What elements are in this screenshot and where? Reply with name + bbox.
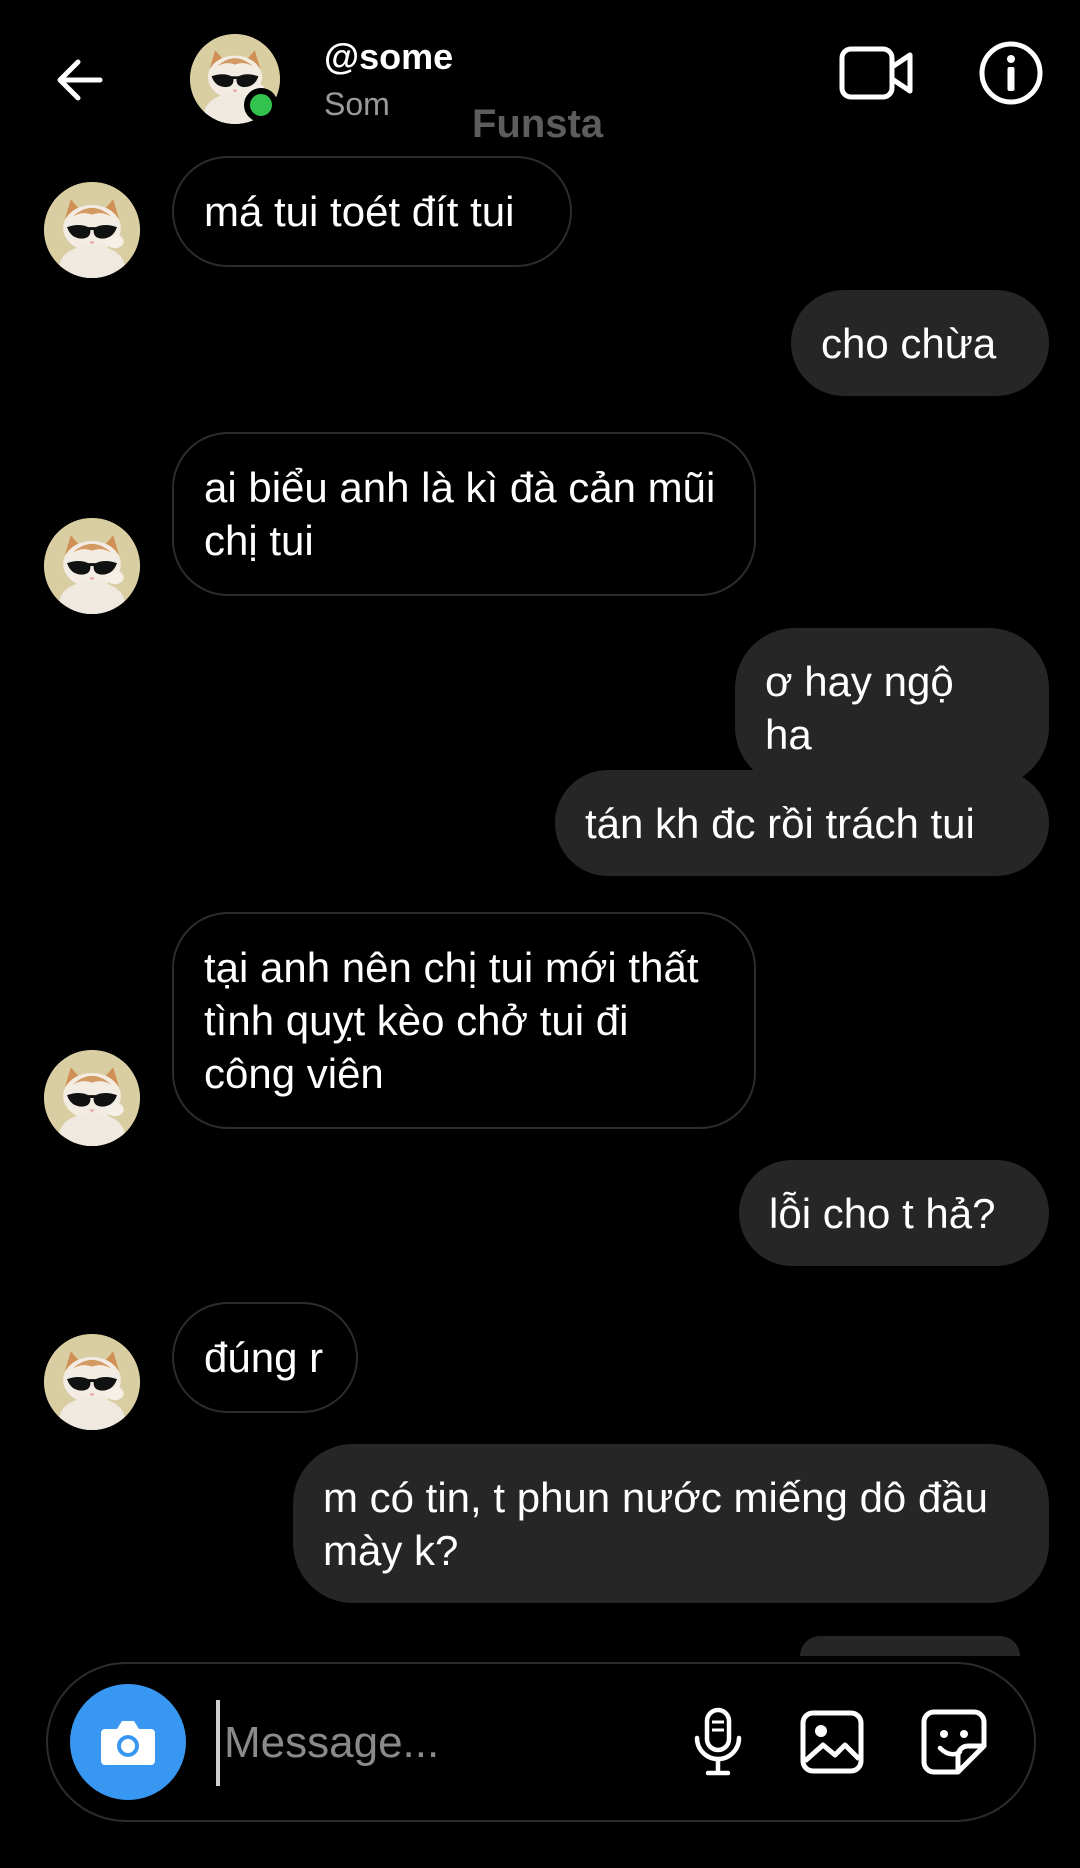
cat-avatar-image [44, 1334, 140, 1430]
video-call-button[interactable] [836, 38, 916, 108]
microphone-icon [694, 1707, 742, 1776]
info-button[interactable] [976, 38, 1046, 108]
sticker-button[interactable] [914, 1702, 994, 1782]
back-button[interactable] [42, 40, 114, 120]
contact-name: Som [324, 86, 390, 122]
cat-avatar-image [44, 182, 140, 278]
message-bubble-incoming[interactable]: tại anh nên chị tui mới thất tình quỵt k… [172, 912, 756, 1129]
watermark-text: Funsta [472, 102, 604, 146]
message-avatar[interactable] [44, 1334, 140, 1430]
message-avatar[interactable] [44, 182, 140, 278]
message-bubble-incoming[interactable]: đúng r [172, 1302, 358, 1413]
message-bubble-outgoing[interactable]: tán kh đc rồi trách tui [555, 770, 1049, 876]
message-bubble-incoming[interactable]: ai biểu anh là kì đà cản mũi chị tui [172, 432, 756, 596]
contact-username[interactable]: @some [324, 36, 453, 78]
camera-icon [101, 1721, 155, 1765]
camera-button[interactable] [70, 1684, 186, 1800]
message-bubble-outgoing[interactable]: lỗi cho t hả? [739, 1160, 1049, 1266]
message-input[interactable] [216, 1700, 696, 1786]
cat-avatar-image [44, 1050, 140, 1146]
cat-avatar-image [44, 518, 140, 614]
message-bubble-outgoing[interactable]: cho chừa [791, 290, 1049, 396]
message-bubble-incoming[interactable]: má tui toét đít tui [172, 156, 572, 267]
info-icon [979, 41, 1043, 105]
message-avatar[interactable] [44, 518, 140, 614]
video-camera-icon [839, 46, 913, 100]
voice-message-button[interactable] [678, 1702, 758, 1782]
online-status-dot [244, 88, 278, 122]
gallery-button[interactable] [792, 1702, 872, 1782]
message-avatar[interactable] [44, 1050, 140, 1146]
message-bubble-outgoing[interactable]: ơ hay ngộ ha [735, 628, 1049, 787]
arrow-left-icon [57, 59, 103, 101]
partial-message-bubble [800, 1636, 1020, 1656]
image-icon [800, 1710, 864, 1774]
message-bubble-outgoing[interactable]: m có tin, t phun nước miếng dô đầu mày k… [293, 1444, 1049, 1603]
sticker-icon [921, 1709, 987, 1775]
message-composer [46, 1662, 1036, 1822]
